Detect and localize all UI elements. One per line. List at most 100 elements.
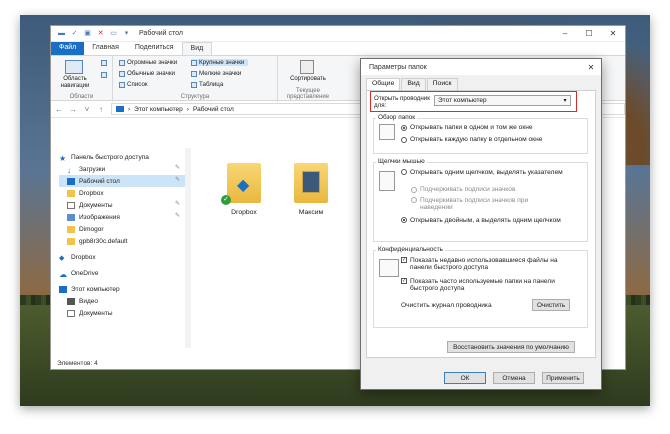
sidebar-item-label: Изображения (79, 213, 120, 221)
radio-double-click[interactable]: Открывать двойным, а выделять одним щелч… (401, 217, 571, 224)
radio-underline-always[interactable]: Подчеркивать подписи значков (411, 186, 515, 193)
clear-history-label: Очистить журнал проводника (401, 302, 492, 309)
tab-search[interactable]: Поиск (426, 78, 458, 90)
checkbox-label: Показать недавно использовавшиеся файлы … (410, 257, 558, 271)
ribbon-group-panes: Область навигации Области (51, 56, 113, 102)
group-label: Обзор папок (376, 114, 418, 121)
breadcrumb-this-pc[interactable]: Этот компьютер (134, 106, 183, 113)
delete-icon[interactable]: ✕ (96, 30, 105, 38)
layout-medium[interactable]: Обычные значки (119, 70, 175, 77)
dialog-title: Параметры папок (369, 63, 427, 71)
sidebar-item-videos[interactable]: Видео (67, 295, 98, 307)
sidebar-item-documents[interactable]: Документы (67, 199, 113, 211)
pin-icon[interactable]: ✎ (175, 200, 180, 207)
sidebar-item-dropbox[interactable]: Dropbox (67, 187, 104, 199)
documents-icon (67, 201, 75, 209)
checkbox-frequent-folders[interactable]: ✓ Показать часто используемые папки на па… (401, 278, 576, 292)
radio-label: Открывать каждую папку в отдельном окне (410, 136, 543, 143)
pin-icon[interactable]: ✎ (175, 164, 180, 171)
new-folder-icon[interactable]: ▣ (83, 30, 92, 38)
maximize-button[interactable]: ☐ (577, 29, 601, 38)
up-icon[interactable]: ↑ (97, 105, 105, 114)
sidebar-item-downloads[interactable]: ↓ Загрузки (67, 163, 105, 175)
dialog-tabs: Общие Вид Поиск (361, 78, 601, 90)
radio-label: Подчеркивать подписи значков при наведен… (419, 197, 529, 211)
rename-icon[interactable]: ▭ (109, 30, 118, 38)
sidebar-item-label: OneDrive (71, 269, 99, 277)
sort-button[interactable]: Сортировать (278, 76, 338, 82)
layout-icon (191, 59, 197, 66)
details-pane-icon[interactable] (101, 72, 107, 78)
back-icon[interactable]: ← (55, 105, 63, 114)
sidebar-item-dimogor[interactable]: Dimogor (67, 223, 104, 235)
tab-view[interactable]: Вид (401, 78, 426, 90)
dialog-close-icon[interactable]: ✕ (581, 63, 601, 72)
apply-button[interactable]: Применить (542, 372, 584, 384)
forward-icon[interactable]: → (69, 105, 77, 114)
restore-defaults-button[interactable]: Восстановить значения по умолчанию (447, 341, 575, 353)
ok-button[interactable]: ОК (444, 372, 486, 384)
download-icon: ↓ (67, 165, 71, 175)
tab-general[interactable]: Общие (366, 78, 401, 90)
video-icon (67, 297, 75, 305)
radio-underline-hover[interactable]: Подчеркивать подписи значков при наведен… (411, 197, 561, 211)
sidebar-item-this-pc[interactable]: Этот компьютер (59, 283, 120, 295)
pin-icon[interactable]: ✎ (175, 176, 180, 183)
ribbon-group-layout: Огромные значки Крупные значки Обычные з… (113, 56, 278, 102)
cancel-button[interactable]: Отмена (493, 372, 535, 384)
radio-label: Подчеркивать подписи значков (420, 186, 516, 193)
sidebar-item-documents-pc[interactable]: Документы (67, 307, 113, 319)
layout-icon (119, 70, 125, 77)
radio-single-click[interactable]: Открывать одним щелчком, выделять указат… (401, 169, 571, 176)
tab-home[interactable]: Главная (84, 42, 127, 55)
layout-icon (119, 81, 125, 88)
tab-file[interactable]: Файл (51, 42, 85, 55)
chevron-down-icon: ▾ (563, 98, 567, 104)
pin-icon[interactable]: ✎ (175, 212, 180, 219)
close-button[interactable]: ✕ (601, 29, 625, 38)
computer-icon (116, 106, 124, 112)
clear-button[interactable]: Очистить (532, 299, 570, 311)
radio-icon (411, 186, 417, 193)
preview-pane-icon[interactable] (101, 60, 107, 66)
radio-label: Открывать двойным, а выделять одним щелч… (410, 217, 561, 224)
properties-icon[interactable]: ✓ (70, 30, 79, 38)
chevron-down-icon[interactable]: ˅ (83, 105, 91, 114)
sidebar-item-desktop[interactable]: Рабочий стол (59, 175, 189, 187)
sidebar-item-label: Документы (79, 201, 113, 209)
privacy-icon (379, 259, 399, 277)
navigation-pane-button[interactable]: Область навигации (53, 76, 97, 90)
sidebar-item-quick-access[interactable]: ★ Панель быстрого доступа (59, 151, 149, 163)
mouse-cursor-icon (379, 171, 395, 191)
window-controls: – ☐ ✕ (553, 29, 625, 38)
sidebar-scrollbar[interactable] (185, 148, 191, 348)
open-explorer-select[interactable]: Этот компьютер ▾ (434, 95, 571, 106)
file-item-dropbox[interactable]: ◆ ✓ Dropbox (219, 163, 269, 216)
minimize-button[interactable]: – (553, 29, 577, 38)
open-explorer-label: Открыть проводник для: (374, 95, 430, 109)
radio-label: Открывать папки в одном и том же окне (410, 124, 533, 131)
sidebar-item-pictures[interactable]: Изображения (67, 211, 120, 223)
file-item-maksim[interactable]: Максим (286, 163, 336, 216)
sidebar-item-onedrive[interactable]: ☁ OneDrive (59, 267, 98, 279)
sidebar-item-dropbox-root[interactable]: ◆ Dropbox (59, 251, 96, 263)
checkbox-recent-files[interactable]: ✓ Показать недавно использовавшиеся файлы… (401, 257, 576, 271)
layout-small[interactable]: Мелкие значки (191, 70, 241, 77)
tab-share[interactable]: Поделиться (127, 42, 182, 55)
layout-large[interactable]: Крупные значки (191, 59, 249, 66)
dropdown-icon[interactable]: ▾ (122, 30, 131, 38)
ribbon-group-label: Текущее представление (286, 88, 330, 100)
layout-details[interactable]: Таблица (191, 81, 223, 88)
browse-folders-icon (379, 124, 395, 140)
layout-label: Мелкие значки (199, 70, 242, 77)
sidebar-item-profile[interactable]: gpb8r30c.default (67, 235, 127, 247)
breadcrumb-desktop[interactable]: Рабочий стол (193, 106, 234, 113)
radio-same-window[interactable]: Открывать папки в одном и том же окне (401, 124, 533, 131)
tab-view[interactable]: Вид (181, 42, 213, 55)
layout-extra-large[interactable]: Огромные значки (119, 59, 177, 66)
dropbox-icon: ◆ (59, 254, 65, 262)
ribbon-group-label: Области (69, 94, 94, 100)
layout-list[interactable]: Список (119, 81, 148, 88)
radio-new-window[interactable]: Открывать каждую папку в отдельном окне (401, 136, 542, 143)
layout-icon (191, 70, 197, 77)
